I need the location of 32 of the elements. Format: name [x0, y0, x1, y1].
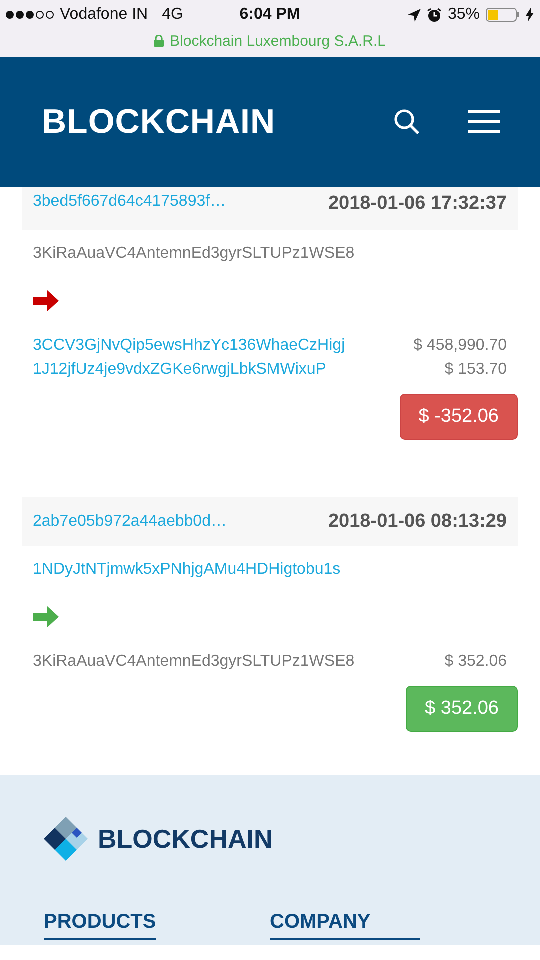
address-link[interactable]: 3CCV3GjNvQip5ewsHhzYc136WhaeCzHigj: [33, 334, 346, 358]
footer-logo-text: BLOCKCHAIN: [98, 824, 273, 854]
signal-icon: [6, 11, 54, 19]
address-link[interactable]: 1J12jfUz4je9vdxZGKe6rwgjLbkSMWixuP: [33, 358, 326, 382]
carrier-name: Vodafone IN: [60, 6, 148, 24]
site-name: Blockchain Luxembourg S.A.R.L: [170, 32, 386, 50]
menu-icon[interactable]: [468, 110, 500, 134]
alarm-icon: [426, 8, 442, 22]
amount-text: $ 352.06: [444, 652, 507, 672]
logo-icon: [44, 817, 88, 861]
logo-text[interactable]: BLOCKCHAIN: [42, 102, 276, 142]
clock-time: 6:04 PM: [240, 6, 300, 24]
address-link[interactable]: 1NDyJtNTjmwk5xPNhjgAMu4HDHigtobu1s: [33, 558, 341, 582]
lock-icon: [154, 35, 164, 47]
address-text: 3KiRaAuaVC4AntemnEd3gyrSLTUPz1WSE8: [33, 652, 355, 672]
amount-button[interactable]: $ 352.06: [406, 686, 518, 732]
transaction-hash-link[interactable]: 3bed5f667d64c4175893f…: [33, 193, 226, 211]
transaction-hash-link[interactable]: 2ab7e05b972a44aebb0d…: [33, 512, 227, 530]
footer-section-heading: COMPANY: [270, 911, 420, 940]
transaction-time: 2018-01-06 08:13:29: [328, 510, 507, 532]
search-icon[interactable]: [394, 109, 420, 135]
transaction-time: 2018-01-06 17:32:37: [328, 193, 507, 215]
amount-text: $ 458,990.70: [414, 336, 507, 356]
location-icon: [408, 8, 421, 22]
charging-icon: [526, 8, 534, 22]
footer-section-heading: PRODUCTS: [44, 911, 156, 940]
battery-percent: 35%: [448, 6, 480, 24]
amount-text: $ 153.70: [444, 360, 507, 380]
address-text: 3KiRaAuaVC4AntemnEd3gyrSLTUPz1WSE8: [33, 244, 355, 264]
amount-button[interactable]: $ -352.06: [400, 394, 518, 440]
battery-icon: [486, 8, 520, 22]
network-type: 4G: [162, 6, 184, 24]
